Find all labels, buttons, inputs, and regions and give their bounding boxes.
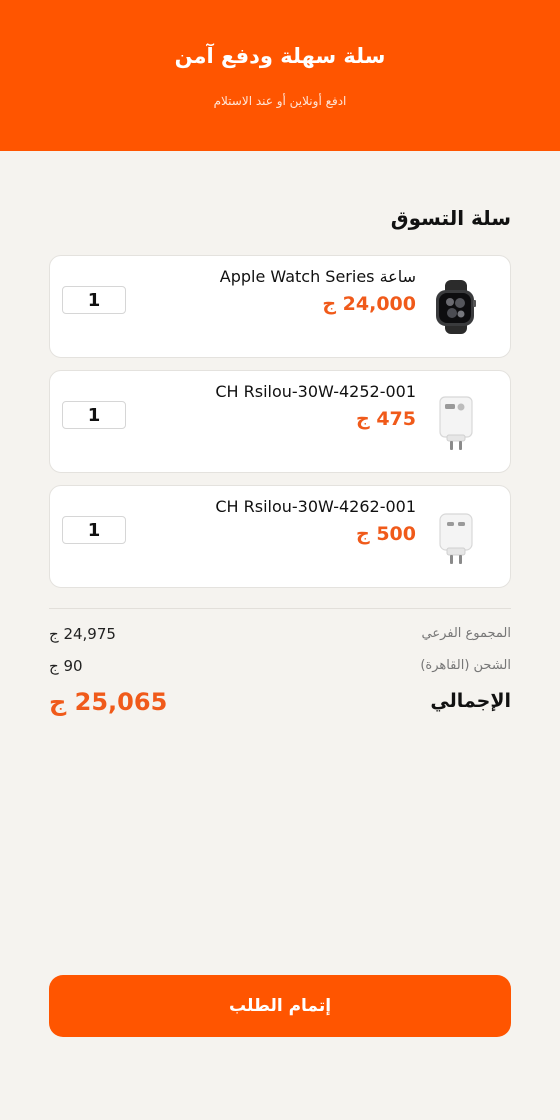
item-price: 24,000 ج [322, 293, 416, 315]
quantity-input[interactable] [62, 516, 126, 544]
item-name: CH Rsilou-30W-4262-001 [215, 497, 416, 516]
checkout-button[interactable]: إتمام الطلب [49, 975, 511, 1037]
subtotal-value: 24,975 ج [49, 625, 116, 643]
quantity-input[interactable] [62, 286, 126, 314]
subtotal-label: المجموع الفرعي [421, 626, 511, 641]
cart-item: ساعة Apple Watch Series 24,000 ج [49, 255, 511, 358]
quantity-input[interactable] [62, 401, 126, 429]
total-label: الإجمالي [430, 690, 511, 712]
total-value: 25,065 ج [49, 688, 168, 716]
smartwatch-icon [428, 276, 484, 338]
header-title: سلة سهلة ودفع آمن [174, 44, 386, 68]
header-subtitle: ادفع أونلاين أو عند الاستلام [213, 94, 347, 108]
checkout-page: سلة سهلة ودفع آمن ادفع أونلاين أو عند ال… [0, 0, 560, 1120]
charger-icon [428, 506, 484, 568]
charger-icon [428, 391, 484, 453]
summary-divider [49, 608, 511, 609]
header-banner: سلة سهلة ودفع آمن ادفع أونلاين أو عند ال… [0, 0, 560, 151]
shipping-value: 90 ج [49, 657, 83, 675]
item-price: 475 ج [356, 408, 416, 430]
cart-item: CH Rsilou-30W-4252-001 475 ج [49, 370, 511, 473]
item-name: ساعة Apple Watch Series [219, 267, 416, 286]
cart-title: سلة التسوق [390, 206, 511, 230]
item-name: CH Rsilou-30W-4252-001 [215, 382, 416, 401]
cart-item: CH Rsilou-30W-4262-001 500 ج [49, 485, 511, 588]
shipping-label: الشحن (القاهرة) [420, 658, 511, 673]
item-price: 500 ج [356, 523, 416, 545]
